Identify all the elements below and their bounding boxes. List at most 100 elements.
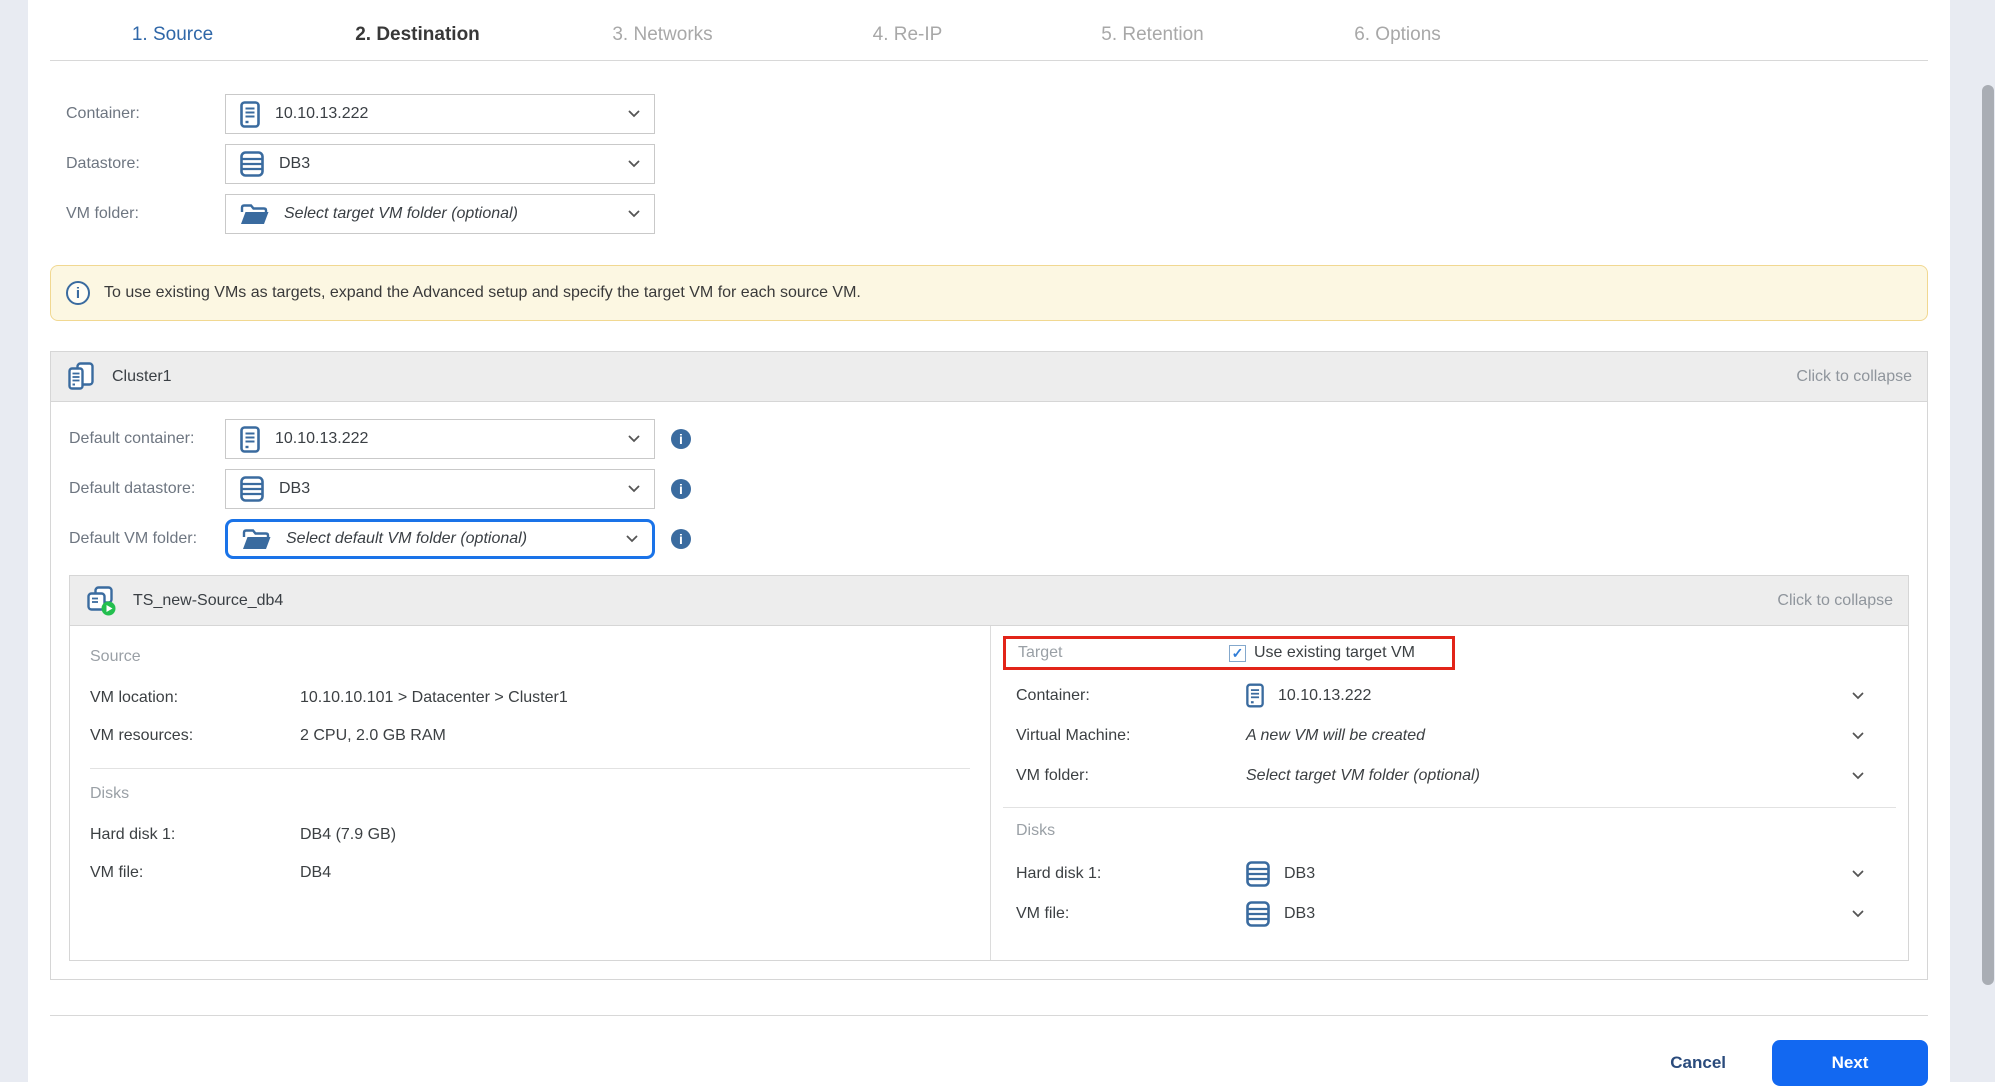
vm-body: Source VM location: 10.10.10.101 > Datac… (70, 626, 1908, 960)
default-vm-folder-label: Default VM folder: (69, 530, 225, 548)
window-left-margin (0, 0, 28, 1082)
step-options: 6. Options (1275, 10, 1520, 60)
scrollbar-track[interactable] (1950, 0, 1995, 1082)
step-networks: 3. Networks (540, 10, 785, 60)
info-badge-icon[interactable]: i (671, 479, 691, 499)
default-container-row: Default container: 10.10.13.222 i (69, 419, 1909, 459)
default-datastore-row: Default datastore: DB3 i (69, 469, 1909, 509)
chevron-down-icon (628, 160, 640, 168)
target-container-value: 10.10.13.222 (1278, 687, 1371, 705)
info-badge-icon[interactable]: i (671, 529, 691, 549)
target-disks-title: Disks (1003, 822, 1896, 840)
target-title: Target (1018, 644, 1229, 662)
source-vm-file-label: VM file: (90, 864, 300, 882)
chevron-down-icon[interactable] (1852, 692, 1864, 700)
step-destination[interactable]: 2. Destination (295, 10, 540, 60)
host-icon (240, 426, 260, 453)
vm-folder-label: VM folder: (50, 205, 225, 223)
default-vm-folder-placeholder: Select default VM folder (optional) (286, 530, 527, 548)
default-datastore-label: Default datastore: (69, 480, 225, 498)
target-hard-disk-value: DB3 (1284, 865, 1315, 883)
target-hard-disk-row: Hard disk 1: DB3 (1003, 860, 1896, 887)
datastore-icon (240, 476, 264, 502)
default-vm-folder-select[interactable]: Select default VM folder (optional) (225, 519, 655, 559)
info-icon: i (66, 281, 90, 305)
chevron-down-icon (628, 110, 640, 118)
source-title: Source (90, 648, 970, 666)
destination-form: Container: 10.10.13.222 Datastore: DB3 (50, 94, 1928, 234)
use-existing-vm-checkbox[interactable]: ✓ (1229, 645, 1246, 662)
datastore-icon (240, 151, 264, 177)
datastore-select[interactable]: DB3 (225, 144, 655, 184)
target-hard-disk-label: Hard disk 1: (1016, 865, 1246, 883)
default-datastore-value: DB3 (279, 480, 310, 498)
datastore-row: Datastore: DB3 (50, 144, 1928, 184)
scrollbar-thumb[interactable] (1982, 85, 1994, 985)
cluster-section: Cluster1 Click to collapse Default conta… (50, 351, 1928, 980)
default-container-value: 10.10.13.222 (275, 430, 368, 448)
vm-resources-value: 2 CPU, 2.0 GB RAM (300, 727, 446, 745)
cluster-body: Default container: 10.10.13.222 i Defaul… (51, 402, 1927, 979)
vm-location-row: VM location: 10.10.10.101 > Datacenter >… (90, 686, 970, 710)
chevron-down-icon[interactable] (1852, 772, 1864, 780)
vm-resources-label: VM resources: (90, 727, 300, 745)
chevron-down-icon (626, 535, 638, 543)
target-vm-file-row: VM file: DB3 (1003, 900, 1896, 927)
info-banner-text: To use existing VMs as targets, expand t… (104, 284, 861, 302)
datastore-icon (1246, 861, 1270, 887)
source-hard-disk-label: Hard disk 1: (90, 826, 300, 844)
vm-location-value: 10.10.10.101 > Datacenter > Cluster1 (300, 689, 568, 707)
container-value: 10.10.13.222 (275, 105, 368, 123)
datastore-icon (1246, 901, 1270, 927)
default-datastore-select[interactable]: DB3 (225, 469, 655, 509)
info-badge-icon[interactable]: i (671, 429, 691, 449)
chevron-down-icon (628, 485, 640, 493)
target-vm-folder-placeholder: Select target VM folder (optional) (1246, 767, 1480, 785)
target-vm-file-value: DB3 (1284, 905, 1315, 923)
target-container-row: Container: 10.10.13.222 (1003, 682, 1896, 709)
target-vm-file-label: VM file: (1016, 905, 1246, 923)
chevron-down-icon[interactable] (1852, 910, 1864, 918)
step-source[interactable]: 1. Source (50, 10, 295, 60)
divider (1003, 807, 1896, 808)
target-vm-folder-label: VM folder: (1016, 767, 1246, 785)
cluster-icon (66, 362, 96, 392)
default-vm-folder-row: Default VM folder: Select default VM fol… (69, 519, 1909, 559)
wizard-steps: 1. Source 2. Destination 3. Networks 4. … (50, 0, 1928, 61)
source-disks-title: Disks (90, 785, 970, 803)
step-retention: 5. Retention (1030, 10, 1275, 60)
source-hard-disk-row: Hard disk 1: DB4 (7.9 GB) (90, 823, 970, 847)
cluster-header[interactable]: Cluster1 Click to collapse (51, 352, 1927, 402)
wizard-page: 1. Source 2. Destination 3. Networks 4. … (28, 0, 1950, 1082)
vm-folder-select[interactable]: Select target VM folder (optional) (225, 194, 655, 234)
chevron-down-icon (628, 210, 640, 218)
footer: Cancel Next (50, 1040, 1928, 1086)
vm-collapse-hint[interactable]: Click to collapse (1777, 592, 1893, 610)
source-vm-file-value: DB4 (300, 864, 331, 882)
container-label: Container: (50, 105, 225, 123)
target-highlight-box: Target ✓ Use existing target VM (1003, 636, 1455, 670)
vm-name: TS_new-Source_db4 (133, 592, 283, 610)
target-vm-folder-row: VM folder: Select target VM folder (opti… (1003, 762, 1896, 789)
target-container-label: Container: (1016, 687, 1246, 705)
next-button[interactable]: Next (1772, 1040, 1928, 1086)
target-virtual-machine-row: Virtual Machine: A new VM will be create… (1003, 722, 1896, 749)
cluster-name: Cluster1 (112, 368, 172, 386)
cancel-button[interactable]: Cancel (1670, 1053, 1726, 1073)
vm-header[interactable]: TS_new-Source_db4 Click to collapse (70, 576, 1908, 626)
target-virtual-machine-placeholder: A new VM will be created (1246, 727, 1425, 745)
use-existing-vm-label[interactable]: Use existing target VM (1254, 644, 1415, 662)
chevron-down-icon[interactable] (1852, 732, 1864, 740)
datastore-label: Datastore: (50, 155, 225, 173)
host-icon (240, 101, 260, 128)
vm-running-icon (85, 585, 117, 617)
cluster-collapse-hint[interactable]: Click to collapse (1796, 368, 1912, 386)
info-banner: i To use existing VMs as targets, expand… (50, 265, 1928, 321)
source-panel: Source VM location: 10.10.10.101 > Datac… (70, 626, 990, 960)
vm-folder-row: VM folder: Select target VM folder (opti… (50, 194, 1928, 234)
folder-icon (242, 527, 271, 551)
chevron-down-icon[interactable] (1852, 870, 1864, 878)
default-container-select[interactable]: 10.10.13.222 (225, 419, 655, 459)
target-virtual-machine-label: Virtual Machine: (1016, 727, 1246, 745)
container-select[interactable]: 10.10.13.222 (225, 94, 655, 134)
